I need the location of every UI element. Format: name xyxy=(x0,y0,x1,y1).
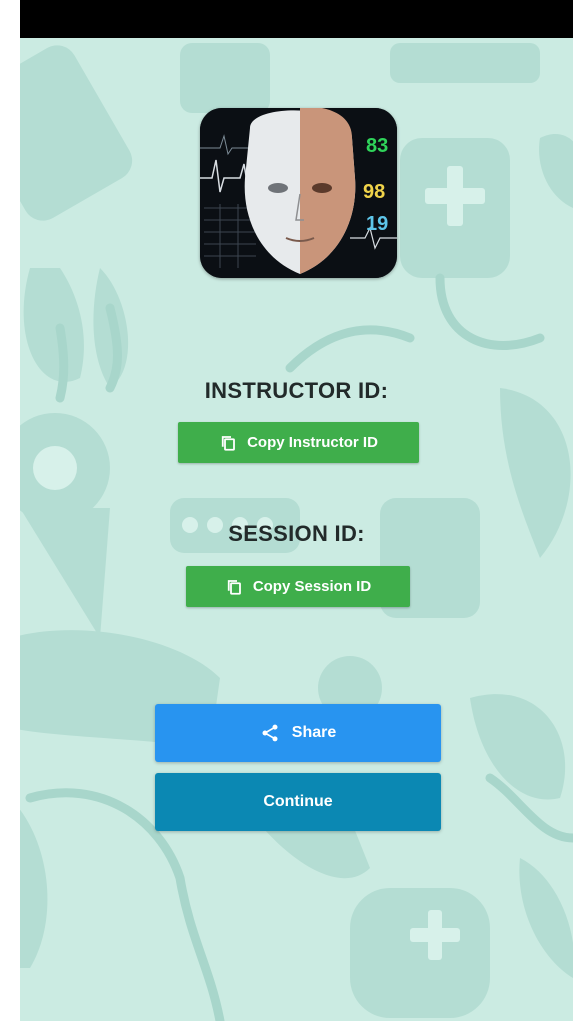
continue-label: Continue xyxy=(263,793,333,810)
share-icon xyxy=(262,724,278,742)
heart-rate-readout: 83 xyxy=(366,135,389,157)
share-label: Share xyxy=(291,724,337,741)
instructor-id-heading: INSTRUCTOR ID: xyxy=(204,378,389,403)
copy-session-id-button[interactable]: Copy Session ID xyxy=(186,566,410,607)
copy-instructor-id-label: Copy Instructor ID xyxy=(247,434,378,451)
oxygen-readout: 98 xyxy=(363,181,386,203)
status-bar xyxy=(20,0,573,38)
session-id-heading: SESSION ID: xyxy=(228,521,365,546)
phone-screen: 83 98 19 INSTRUCTOR ID: Copy Instructor … xyxy=(20,0,573,1021)
app-logo: 83 98 19 xyxy=(200,108,397,278)
copy-icon xyxy=(227,579,241,595)
share-button[interactable]: Share xyxy=(155,704,441,762)
resp-rate-readout: 19 xyxy=(366,213,389,235)
copy-session-id-label: Copy Session ID xyxy=(252,578,372,595)
copy-icon xyxy=(221,435,235,451)
copy-instructor-id-button[interactable]: Copy Instructor ID xyxy=(178,422,419,463)
continue-button[interactable]: Continue xyxy=(155,773,441,831)
